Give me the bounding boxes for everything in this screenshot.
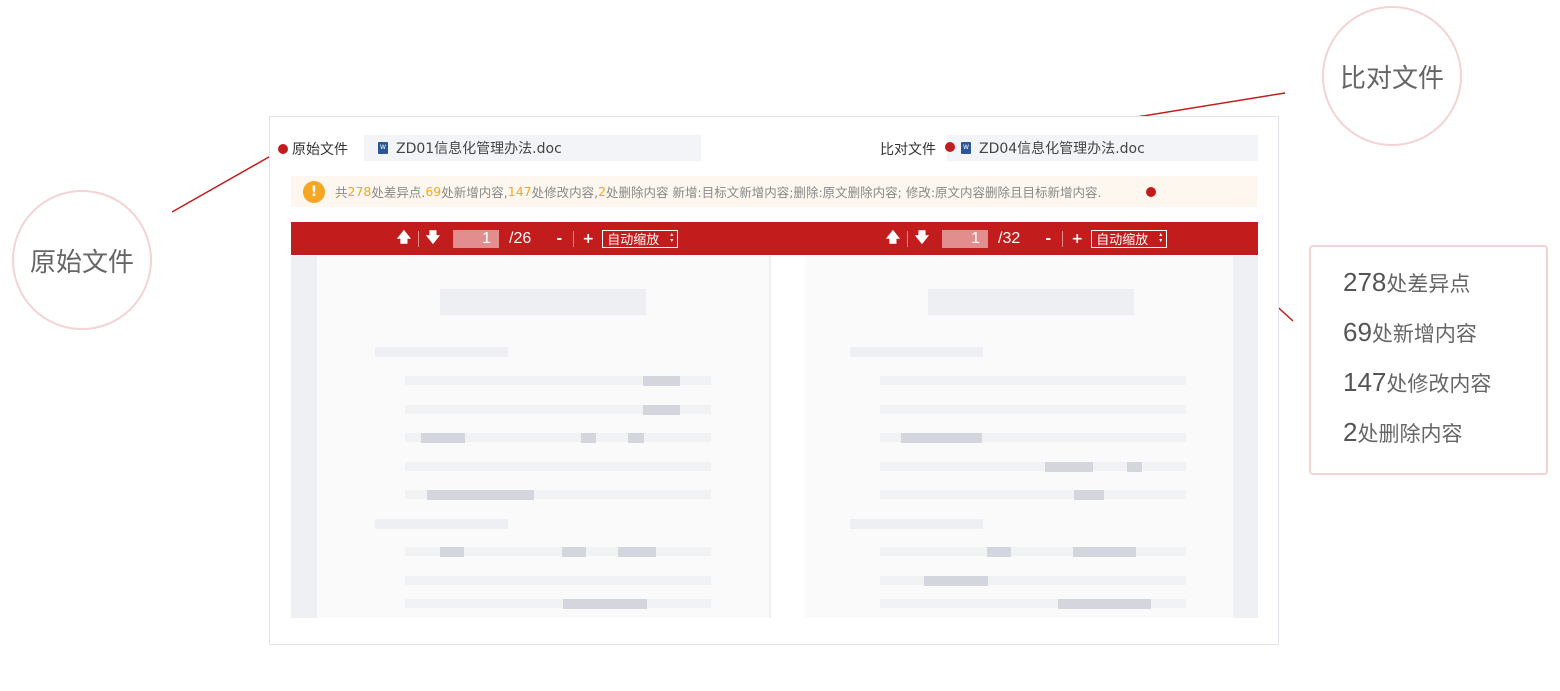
arrow-down-icon[interactable]: 🡇 — [423, 227, 443, 251]
viewer-toolbar: 🡅 🡇 /26 - + 自动缩放 🡅 🡇 /32 - + 自动缩放 — [291, 222, 1258, 255]
skeleton-diff — [1127, 462, 1142, 472]
toolbar-separator — [573, 230, 575, 247]
skeleton-heading — [375, 519, 508, 529]
compare-file-field[interactable]: ZD04信息化管理办法.doc — [947, 135, 1258, 161]
skeleton-diff — [421, 433, 465, 443]
diff-summary-box: 278 处差异点 69 处新增内容 147 处修改内容 2 处删除内容 — [1309, 245, 1548, 475]
left-document-page — [317, 256, 769, 618]
skeleton-diff — [1058, 599, 1151, 609]
summary-count: 147 — [1343, 367, 1387, 397]
toolbar-separator — [418, 230, 419, 247]
zoom-out-button[interactable]: - — [1038, 231, 1058, 247]
zoom-in-button[interactable]: + — [1067, 231, 1087, 247]
word-doc-icon — [961, 142, 971, 154]
skeleton-diff — [427, 490, 534, 500]
compare-file-callout: 比对文件 — [1322, 6, 1462, 146]
summary-item: 69 处新增内容 — [1343, 317, 1546, 367]
skeleton-line — [405, 462, 711, 471]
skeleton-diff — [1045, 462, 1093, 472]
skeleton-diff — [901, 433, 982, 443]
right-document-page — [805, 256, 1233, 618]
skeleton-diff — [643, 405, 680, 415]
skeleton-diff — [618, 547, 656, 557]
original-marker-dot — [278, 144, 288, 154]
notice-diff-text: 处差异点. — [371, 185, 426, 200]
left-document-viewer[interactable] — [291, 256, 771, 618]
summary-text: 处新增内容 — [1371, 322, 1477, 346]
compare-marker-dot — [945, 142, 955, 152]
notice-diff-count: 278 — [347, 184, 372, 199]
skeleton-line — [880, 547, 1186, 556]
skeleton-heading — [850, 519, 983, 529]
skeleton-diff — [440, 547, 464, 557]
skeleton-diff — [643, 376, 680, 386]
summary-text: 处删除内容 — [1357, 422, 1463, 446]
compare-filename: ZD04信息化管理办法.doc — [979, 141, 1145, 157]
left-viewer-controls: 🡅 🡇 /26 - + 自动缩放 — [394, 222, 679, 255]
compare-callout-text: 比对文件 — [1339, 63, 1444, 94]
summary-text: 处差异点 — [1386, 272, 1471, 296]
skeleton-line — [405, 599, 711, 608]
zoom-in-button[interactable]: + — [578, 231, 598, 247]
right-document-viewer[interactable] — [805, 256, 1258, 618]
skeleton-line — [405, 576, 711, 585]
skeleton-diff — [581, 433, 596, 443]
original-callout-text: 原始文件 — [29, 247, 134, 278]
notice-mod-text: 处修改内容, — [531, 185, 599, 200]
skeleton-heading — [850, 347, 983, 357]
summary-item: 278 处差异点 — [1343, 267, 1546, 317]
skeleton-diff — [924, 576, 988, 586]
toolbar-separator — [907, 230, 908, 247]
summary-item: 2 处删除内容 — [1343, 417, 1546, 467]
arrow-down-icon[interactable]: 🡇 — [912, 227, 932, 251]
summary-count: 69 — [1343, 317, 1372, 347]
summary-text: 处修改内容 — [1386, 372, 1492, 396]
skeleton-title — [440, 289, 646, 315]
zoom-out-button[interactable]: - — [549, 231, 569, 247]
skeleton-diff — [563, 599, 647, 609]
skeleton-line — [880, 490, 1186, 499]
skeleton-diff — [1073, 547, 1136, 557]
notice-prefix: 共 — [335, 185, 348, 200]
left-zoom-select[interactable]: 自动缩放 — [602, 229, 679, 248]
notice-del-count: 2 — [598, 184, 607, 199]
skeleton-line — [880, 376, 1186, 385]
original-file-label: 原始文件 — [292, 142, 348, 158]
right-zoom-select[interactable]: 自动缩放 — [1091, 229, 1168, 248]
summary-item: 147 处修改内容 — [1343, 367, 1546, 417]
toolbar-separator — [1062, 230, 1064, 247]
left-page-input[interactable] — [453, 229, 499, 248]
notice-add-count: 69 — [425, 184, 442, 199]
compare-file-label: 比对文件 — [880, 142, 936, 158]
original-file-field[interactable]: ZD01信息化管理办法.doc — [364, 135, 701, 161]
original-file-callout: 原始文件 — [12, 190, 152, 330]
right-viewer-controls: 🡅 🡇 /32 - + 自动缩放 — [883, 222, 1168, 255]
right-page-total: /32 — [998, 229, 1021, 247]
right-page-input[interactable] — [942, 229, 988, 248]
notice-add-text: 处新增内容, — [441, 185, 508, 200]
skeleton-title — [928, 289, 1134, 315]
summary-count: 278 — [1343, 267, 1387, 297]
skeleton-diff — [628, 433, 644, 443]
diff-notice: ! 共 278 处差异点. 69 处新增内容, 147 处修改内容, 2 处删除内容 新增:目标… — [291, 176, 1257, 207]
arrow-up-icon[interactable]: 🡅 — [394, 227, 414, 251]
word-doc-icon — [378, 142, 388, 154]
left-page-total: /26 — [509, 229, 532, 247]
notice-marker-dot — [1146, 187, 1156, 197]
arrow-up-icon[interactable]: 🡅 — [883, 227, 903, 251]
skeleton-diff — [987, 547, 1011, 557]
notice-del-text: 处删除内容 新增:目标文新增内容;删除:原文删除内容; 修改:原文内容删除且目标… — [606, 185, 1102, 200]
skeleton-diff — [562, 547, 586, 557]
skeleton-heading — [375, 347, 508, 357]
notice-mod-count: 147 — [507, 184, 532, 199]
warning-icon: ! — [303, 180, 325, 203]
original-filename: ZD01信息化管理办法.doc — [396, 141, 562, 157]
summary-count: 2 — [1343, 417, 1358, 447]
skeleton-diff — [1074, 490, 1104, 500]
skeleton-line — [880, 405, 1186, 414]
